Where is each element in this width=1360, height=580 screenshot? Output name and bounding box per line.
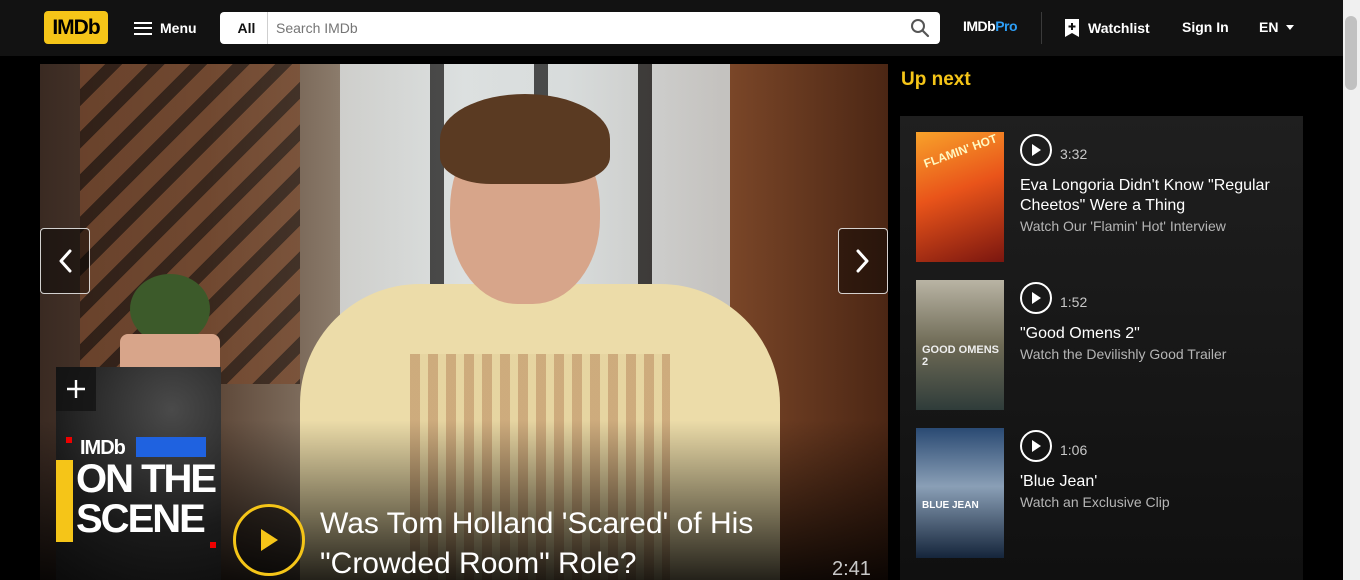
poster-title: ON THE SCENE — [76, 457, 217, 541]
hero-play-button[interactable] — [233, 504, 305, 576]
person-hair — [440, 94, 610, 184]
imdb-logo[interactable]: IMDb — [44, 11, 108, 44]
video-title[interactable]: 'Blue Jean' — [1020, 472, 1290, 492]
video-thumbnail[interactable]: BLUE JEAN — [916, 428, 1004, 558]
up-next-item[interactable]: GOOD OMENS 2 1:52 "Good Omens 2" Watch t… — [916, 280, 1296, 410]
thumbnail-caption: GOOD OMENS 2 — [922, 344, 1000, 368]
plus-icon — [67, 380, 85, 398]
play-circle-icon[interactable] — [1020, 134, 1052, 166]
watchlist-button[interactable]: Watchlist — [1064, 18, 1150, 38]
language-label: EN — [1259, 19, 1279, 35]
page-scrollbar[interactable] — [1343, 0, 1360, 580]
hero-title[interactable]: Was Tom Holland 'Scared' of His "Crowded… — [320, 504, 820, 580]
chevron-left-icon — [59, 249, 72, 273]
imdbpro-text: IMDb — [963, 18, 996, 34]
video-duration: 1:06 — [1060, 442, 1088, 458]
search-category-dropdown[interactable]: All — [220, 12, 268, 44]
video-thumbnail[interactable]: GOOD OMENS 2 — [916, 280, 1004, 410]
video-title[interactable]: Eva Longoria Didn't Know "Regular Cheeto… — [1020, 176, 1290, 216]
top-nav-bar: IMDb Menu All IMDbPro Watchlist Sign In … — [0, 0, 1343, 56]
carousel-next-button[interactable] — [838, 228, 888, 294]
watchlist-label: Watchlist — [1088, 20, 1150, 36]
video-title[interactable]: "Good Omens 2" — [1020, 324, 1290, 344]
play-circle-icon[interactable] — [1020, 282, 1052, 314]
video-subtitle: Watch an Exclusive Clip — [1020, 494, 1170, 510]
watchlist-ribbon-icon — [1065, 19, 1079, 37]
chevron-down-icon — [1286, 24, 1295, 30]
poster-title-line1: ON THE — [76, 457, 217, 501]
pro-text: Pro — [995, 18, 1018, 34]
thumbnail-caption: FLAMIN' HOT — [921, 131, 999, 171]
video-thumbnail[interactable]: FLAMIN' HOT — [916, 131, 1004, 262]
carousel-prev-button[interactable] — [40, 228, 90, 294]
menu-button[interactable]: Menu — [134, 12, 197, 44]
imdbpro-link[interactable]: IMDbPro — [963, 18, 1018, 34]
search-input[interactable] — [268, 13, 900, 43]
search-icon[interactable] — [900, 12, 940, 44]
sign-in-link[interactable]: Sign In — [1182, 19, 1229, 35]
scrollbar-thumb[interactable] — [1345, 16, 1357, 90]
up-next-item[interactable]: BLUE JEAN 1:06 'Blue Jean' Watch an Excl… — [916, 428, 1296, 558]
video-subtitle: Watch Our 'Flamin' Hot' Interview — [1020, 218, 1226, 234]
chevron-right-icon — [856, 249, 869, 273]
up-next-item[interactable]: FLAMIN' HOT 3:32 Eva Longoria Didn't Kno… — [916, 131, 1296, 262]
video-duration: 3:32 — [1060, 146, 1088, 162]
menu-label: Menu — [160, 20, 197, 36]
hero-poster[interactable]: IMDb ON THE SCENE — [56, 367, 221, 580]
up-next-list: FLAMIN' HOT 3:32 Eva Longoria Didn't Kno… — [900, 116, 1303, 580]
play-circle-icon[interactable] — [1020, 430, 1052, 462]
poster-title-line2: SCENE — [76, 497, 206, 541]
hamburger-icon — [134, 21, 152, 35]
play-icon — [261, 529, 278, 551]
video-duration: 1:52 — [1060, 294, 1088, 310]
thumbnail-caption: BLUE JEAN — [922, 500, 979, 511]
search-category-label: All — [237, 20, 256, 36]
search-bar: All — [220, 12, 940, 44]
up-next-heading: Up next — [901, 69, 971, 90]
hero-duration: 2:41 — [832, 558, 871, 580]
video-subtitle: Watch the Devilishly Good Trailer — [1020, 346, 1227, 362]
language-selector[interactable]: EN — [1259, 19, 1295, 35]
add-to-watchlist-button[interactable] — [56, 367, 96, 411]
header-divider — [1041, 12, 1042, 44]
